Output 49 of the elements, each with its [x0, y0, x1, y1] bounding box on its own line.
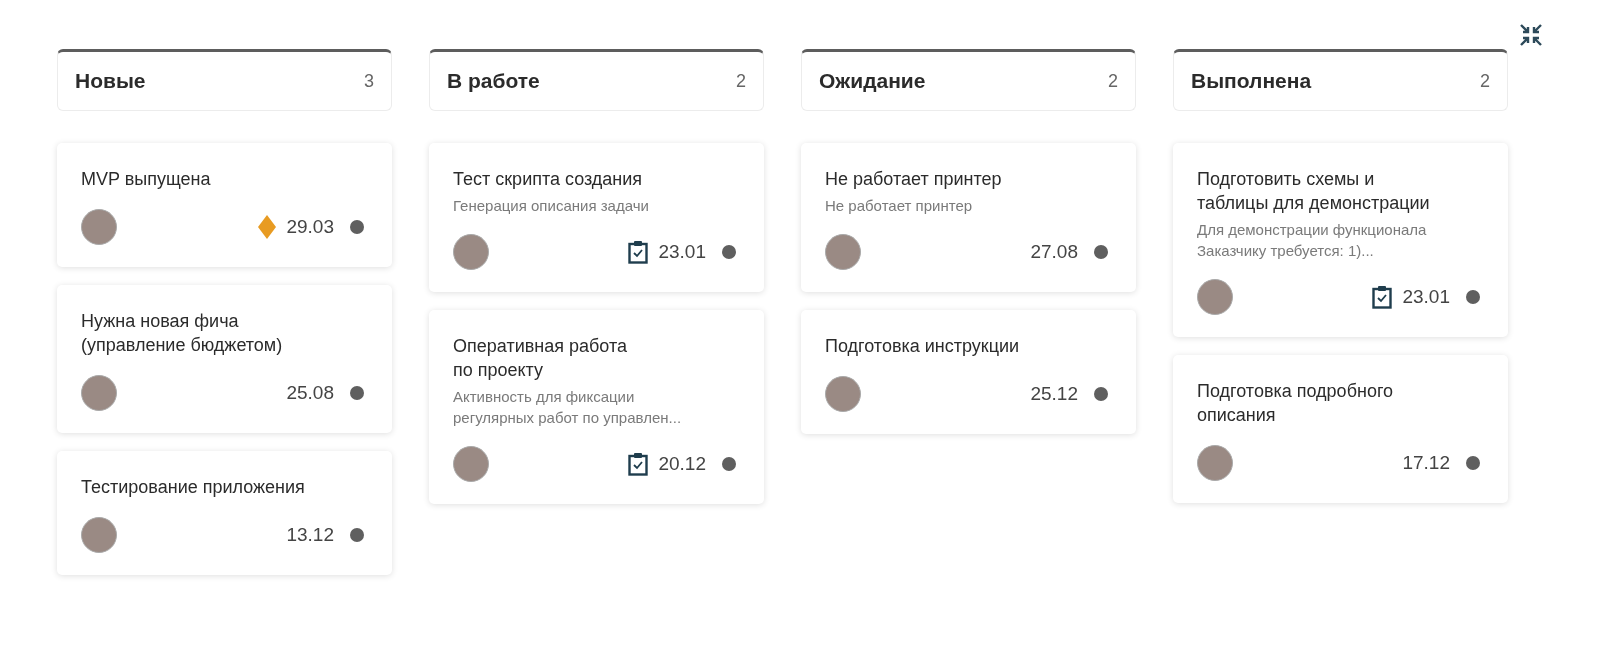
column-title: В работе: [447, 69, 540, 93]
task-card[interactable]: Не работает принтер Не работает принтер 27.08: [801, 143, 1136, 292]
column-title: Выполнена: [1191, 69, 1312, 93]
card-count: 2: [1480, 70, 1490, 92]
due-date: 23.01: [658, 241, 706, 263]
avatar: [81, 517, 117, 553]
due-date: 27.08: [1030, 241, 1078, 263]
avatar: [825, 376, 861, 412]
task-card[interactable]: Тестирование приложения 13.12: [57, 451, 392, 575]
task-title: Подготовка инструкции: [825, 335, 1021, 358]
task-title: Тест скрипта создания: [453, 168, 644, 191]
collapse-button[interactable]: [1518, 22, 1544, 48]
task-description: Не работает принтер: [825, 196, 974, 216]
task-card[interactable]: Нужна новая фича (управление бюджетом) 25.08: [57, 285, 392, 433]
task-title: Тестирование приложения: [81, 476, 306, 499]
task-title: Оперативная работа по проекту: [453, 335, 628, 382]
task-card[interactable]: MVP выпущена 29.03: [57, 143, 392, 267]
avatar: [453, 234, 489, 270]
task-card[interactable]: Подготовить схемы и таблицы для демонстрации Для демонстрации функционала Заказчику требуется: 1)... 23.01: [1173, 143, 1508, 337]
due-date: 25.08: [286, 382, 334, 404]
column-title: Ожидание: [819, 69, 926, 93]
card-count: 2: [736, 70, 746, 92]
avatar: [1197, 445, 1233, 481]
task-title: Не работает принтер: [825, 168, 1003, 191]
avatar: [453, 446, 489, 482]
task-description: Активность для фиксации регулярных работ по управлен...: [453, 387, 683, 428]
task-title: Нужна новая фича (управление бюджетом): [81, 310, 284, 357]
avatar: [81, 375, 117, 411]
card-count: 2: [1108, 70, 1118, 92]
due-date: 20.12: [658, 453, 706, 475]
avatar: [825, 234, 861, 270]
avatar: [81, 209, 117, 245]
task-card[interactable]: Оперативная работа по проекту Активность для фиксации регулярных работ по управлен... 20.12: [429, 310, 764, 504]
task-description: Генерация описания задачи: [453, 196, 650, 216]
card-count: 3: [364, 70, 374, 92]
due-date: 25.12: [1030, 383, 1078, 405]
due-date: 23.01: [1402, 286, 1450, 308]
task-title: Подготовить схемы и таблицы для демонстрации: [1197, 168, 1431, 215]
task-card[interactable]: Подготовка инструкции 25.12: [801, 310, 1136, 434]
due-date: 29.03: [286, 216, 334, 238]
column-title: Новые: [75, 69, 146, 93]
task-title: Подготовка подробного описания: [1197, 380, 1395, 427]
task-card[interactable]: Подготовка подробного описания 17.12: [1173, 355, 1508, 503]
avatar: [1197, 279, 1233, 315]
task-card[interactable]: Тест скрипта создания Генерация описания задачи 23.01: [429, 143, 764, 292]
due-date: 13.12: [286, 524, 334, 546]
task-title: MVP выпущена: [81, 168, 212, 191]
task-description: Для демонстрации функционала Заказчику требуется: 1)...: [1197, 220, 1428, 261]
due-date: 17.12: [1402, 452, 1450, 474]
